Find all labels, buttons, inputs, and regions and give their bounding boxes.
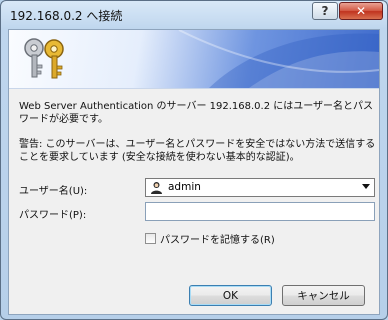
- chevron-down-icon[interactable]: [362, 184, 370, 190]
- remember-password-checkbox[interactable]: [145, 232, 156, 244]
- title-bar[interactable]: 192.168.0.2 へ接続 ? ✕: [1, 1, 387, 29]
- help-icon: ?: [321, 4, 329, 18]
- ok-button[interactable]: OK: [189, 285, 272, 306]
- password-label: パスワード(P):: [19, 210, 87, 221]
- dialog-title: 192.168.0.2 へ接続: [10, 9, 123, 23]
- security-warning: 警告: このサーバーは、ユーザー名とパスワードを安全ではない方法で送信することを…: [19, 139, 376, 163]
- user-icon: [151, 182, 162, 194]
- dialog-body: Web Server Authentication のサーバー 192.168.…: [8, 29, 380, 315]
- username-value: admin: [168, 181, 201, 193]
- remember-password-label: パスワードを記憶する(R): [160, 234, 275, 246]
- username-combobox[interactable]: admin: [145, 178, 375, 197]
- username-label: ユーザー名(U):: [19, 186, 88, 197]
- close-icon: ✕: [355, 4, 367, 18]
- login-dialog: 192.168.0.2 へ接続 ? ✕ Web Server Authentic…: [0, 0, 388, 320]
- cancel-button[interactable]: キャンセル: [282, 285, 365, 306]
- header-banner: [9, 30, 379, 89]
- remember-password-option[interactable]: パスワードを記憶する(R): [145, 231, 275, 246]
- password-field[interactable]: [145, 202, 375, 221]
- close-button[interactable]: ✕: [339, 2, 383, 20]
- auth-message: Web Server Authentication のサーバー 192.168.…: [19, 101, 374, 125]
- help-button[interactable]: ?: [312, 2, 338, 20]
- keys-icon: [24, 38, 64, 79]
